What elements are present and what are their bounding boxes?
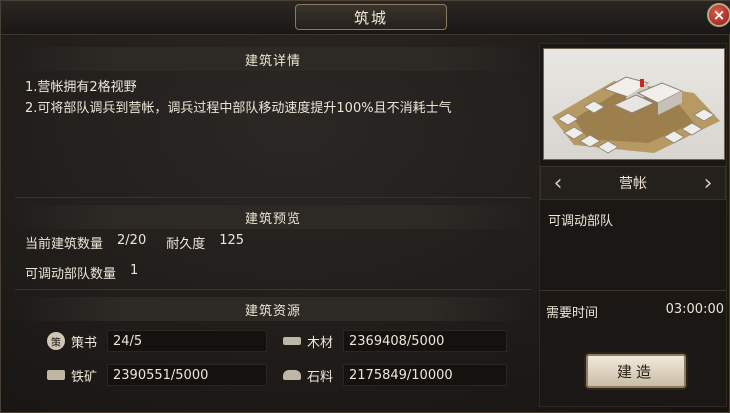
preview-header: 建筑预览 xyxy=(15,205,531,229)
stone-icon xyxy=(283,370,301,380)
divider xyxy=(15,197,531,198)
details-header: 建筑详情 xyxy=(15,47,531,71)
troops-row: 可调动部队数量 1 xyxy=(25,263,138,282)
build-time-value: 03:00:00 xyxy=(665,302,724,317)
right-panel: ‹ 营帐 › 可调动部队 需要时间 03:00:00 建造 xyxy=(539,43,727,407)
resource-strategy-book: 策 策书 24/5 xyxy=(47,330,267,352)
durability-label: 耐久度 xyxy=(166,237,206,252)
wood-icon xyxy=(283,337,301,345)
chevron-left-icon: ‹ xyxy=(553,171,563,196)
divider xyxy=(15,289,531,290)
resource-iron: 铁矿 2390551/5000 xyxy=(47,364,267,386)
divider xyxy=(540,290,726,291)
close-button[interactable]: × xyxy=(707,3,730,27)
close-icon: × xyxy=(712,5,726,24)
resource-amount: 2369408/5000 xyxy=(349,333,445,349)
resources-header: 建筑资源 xyxy=(15,297,531,321)
build-dialog: 筑城 × 建筑详情 1.营帐拥有2格视野 2.可将部队调兵到营帐，调兵过程中部队… xyxy=(0,0,730,413)
building-name: 营帐 xyxy=(619,176,647,192)
durability-value: 125 xyxy=(219,233,245,248)
build-button[interactable]: 建造 xyxy=(586,354,686,388)
troops-label: 可调动部队数量 xyxy=(25,267,117,282)
building-count-value: 2/20 xyxy=(117,233,147,248)
dialog-title: 筑城 xyxy=(295,4,447,30)
troops-value: 1 xyxy=(130,263,139,278)
resource-stone: 石料 2175849/10000 xyxy=(283,364,507,386)
chevron-right-icon: › xyxy=(703,171,713,196)
resource-name: 铁矿 xyxy=(71,369,98,385)
resource-name: 木材 xyxy=(307,335,334,351)
camp-illustration xyxy=(552,76,720,154)
resource-amount: 24/5 xyxy=(113,333,143,349)
building-preview-image xyxy=(543,48,725,160)
prev-building-button[interactable]: ‹ xyxy=(549,172,567,196)
title-bar: 筑城 × xyxy=(1,1,730,35)
build-time-label: 需要时间 xyxy=(546,306,599,321)
left-panel: 建筑详情 1.营帐拥有2格视野 2.可将部队调兵到营帐，调兵过程中部队移动速度提… xyxy=(15,43,531,407)
iron-icon xyxy=(47,370,65,380)
resource-amount: 2175849/10000 xyxy=(349,367,453,383)
building-selector: ‹ 营帐 › xyxy=(540,166,726,200)
building-description: 可调动部队 xyxy=(548,214,614,229)
detail-line: 2.可将部队调兵到营帐，调兵过程中部队移动速度提升100%且不消耗士气 xyxy=(25,101,452,116)
building-count-label: 当前建筑数量 xyxy=(25,237,104,252)
resource-name: 石料 xyxy=(307,369,334,385)
next-building-button[interactable]: › xyxy=(699,172,717,196)
resource-name: 策书 xyxy=(71,335,98,351)
building-count-row: 当前建筑数量 2/20 耐久度 125 xyxy=(25,233,244,252)
strategy-book-icon: 策 xyxy=(47,332,65,350)
details-text: 1.营帐拥有2格视野 2.可将部队调兵到营帐，调兵过程中部队移动速度提升100%… xyxy=(25,77,525,119)
resource-wood: 木材 2369408/5000 xyxy=(283,330,507,352)
detail-line: 1.营帐拥有2格视野 xyxy=(25,80,137,95)
resource-amount: 2390551/5000 xyxy=(113,367,209,383)
